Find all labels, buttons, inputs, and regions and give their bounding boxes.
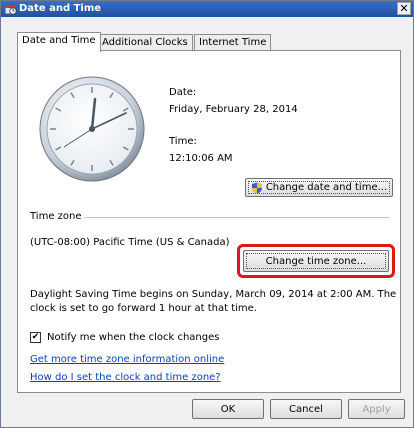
cancel-label: Cancel: [289, 403, 323, 415]
ok-label: OK: [220, 403, 236, 415]
window-title: Date and Time: [19, 3, 102, 14]
cancel-button[interactable]: Cancel: [270, 399, 342, 419]
time-zone-section-label: Time zone: [30, 211, 82, 222]
date-time-dialog: Date and Time ✕ Date and Time Additional…: [0, 0, 414, 428]
ok-button[interactable]: OK: [192, 399, 264, 419]
time-label: Time:: [169, 136, 197, 147]
tab-additional-clocks[interactable]: Additional Clocks: [97, 34, 193, 51]
date-label: Date:: [169, 87, 197, 98]
notify-label[interactable]: Notify me when the clock changes: [47, 332, 219, 343]
time-value: 12:10:06 AM: [169, 153, 233, 164]
change-time-zone-button[interactable]: Change time zone...: [243, 250, 389, 272]
uac-shield-icon: [251, 182, 262, 193]
how-to-set-clock-link[interactable]: How do I set the clock and time zone?: [30, 372, 221, 383]
change-date-time-label: Change date and time...: [265, 182, 388, 193]
close-icon: ✕: [399, 2, 409, 15]
apply-label: Apply: [362, 403, 391, 415]
dst-message-line2: clock is set to go forward 1 hour at tha…: [30, 303, 257, 314]
title-bar: Date and Time ✕: [1, 1, 413, 17]
tab-date-and-time[interactable]: Date and Time: [17, 32, 101, 52]
time-zone-value: (UTC-08:00) Pacific Time (US & Canada): [30, 237, 230, 248]
notify-checkbox[interactable]: ✔: [30, 332, 41, 343]
checkmark-icon: ✔: [31, 332, 40, 342]
section-divider: [84, 217, 390, 218]
date-value: Friday, February 28, 2014: [169, 104, 298, 115]
tab-panel: Date: Friday, February 28, 2014 Time: 12…: [17, 50, 401, 393]
close-button[interactable]: ✕: [397, 2, 411, 15]
apply-button[interactable]: Apply: [348, 399, 405, 419]
more-time-zone-info-link[interactable]: Get more time zone information online: [30, 354, 224, 365]
change-date-time-button[interactable]: Change date and time...: [245, 178, 393, 197]
dst-message-line1: Daylight Saving Time begins on Sunday, M…: [30, 289, 397, 300]
change-time-zone-label: Change time zone...: [265, 255, 367, 267]
date-time-icon: [5, 4, 17, 15]
tab-internet-time[interactable]: Internet Time: [194, 34, 272, 51]
analog-clock-icon: [39, 76, 145, 182]
